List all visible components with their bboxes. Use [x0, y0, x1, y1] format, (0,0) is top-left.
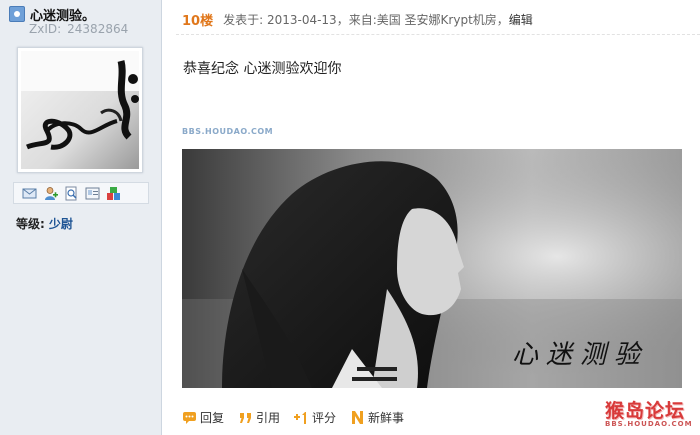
rank-link[interactable]: 少尉 [49, 217, 73, 231]
site-logo: 猴岛论坛 BBS.HOUDAO.COM [605, 400, 693, 428]
user-action-bar [13, 182, 149, 204]
user-sidebar: 心迷测验。 ZxID: 24382864 等级: 少尉 [0, 0, 162, 435]
post-header: 10楼 发表于: 2013-04-13，来自:美国 圣安娜Krypt机房， 编辑 [182, 10, 533, 29]
post-actions: 回复 引用 评分 新鲜事 [182, 409, 418, 426]
avatar[interactable] [17, 47, 143, 173]
gift-blocks-icon[interactable] [106, 186, 121, 201]
quote-button[interactable]: 引用 [238, 409, 280, 426]
search-posts-icon[interactable] [64, 186, 79, 201]
avatar-image [21, 51, 139, 169]
edit-link[interactable]: 编辑 [509, 11, 533, 28]
reply-button[interactable]: 回复 [182, 409, 224, 426]
user-id: ZxID: 24382864 [29, 22, 129, 36]
news-n-icon [350, 410, 365, 425]
user-row: 心迷测验。 [9, 5, 95, 24]
post-image[interactable]: 心迷测验 [182, 149, 682, 388]
plus-one-icon [294, 410, 309, 425]
add-friend-icon[interactable] [43, 186, 58, 201]
image-signature: 心迷测验 [512, 340, 649, 370]
floor-number[interactable]: 10楼 [182, 10, 213, 29]
profile-card-icon[interactable] [85, 186, 100, 201]
quote-icon [238, 410, 253, 425]
header-divider [176, 34, 700, 35]
message-icon[interactable] [22, 186, 37, 201]
fresh-news-button[interactable]: 新鲜事 [350, 409, 404, 426]
post-content: 恭喜纪念 心迷测验欢迎你 [183, 61, 342, 77]
post-meta: 发表于: 2013-04-13，来自:美国 圣安娜Krypt机房， [223, 12, 509, 27]
online-user-icon [9, 6, 25, 22]
rate-button[interactable]: 评分 [294, 409, 336, 426]
image-watermark: BBS.HOUDAO.COM [182, 127, 274, 136]
reply-icon [182, 410, 197, 425]
username[interactable]: 心迷测验。 [30, 5, 95, 24]
user-rank: 等级: 少尉 [16, 217, 73, 231]
